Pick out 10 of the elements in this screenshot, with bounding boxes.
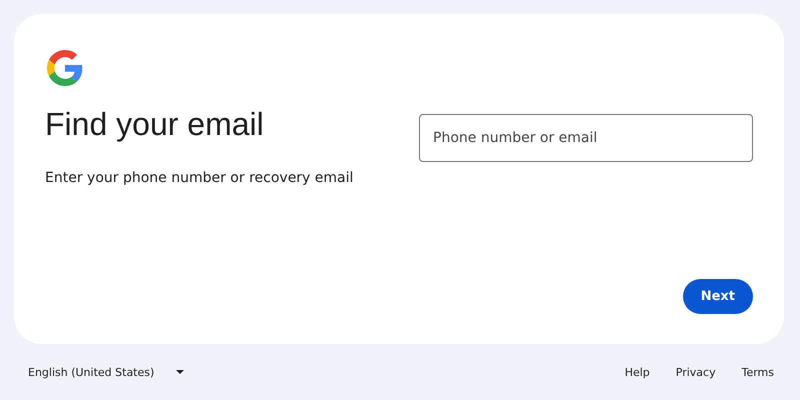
page-title: Find your email	[45, 105, 264, 144]
input-field[interactable]: Phone number or email	[419, 114, 753, 162]
logo-icon	[47, 50, 83, 86]
footer-link[interactable]: Terms	[732, 360, 784, 384]
footer-link[interactable]: Privacy	[666, 360, 726, 384]
caret-icon	[176, 370, 184, 374]
next-button[interactable]: Next	[682, 279, 753, 314]
instruction-text: Enter your phone number or recovery email	[45, 169, 354, 188]
footer-link[interactable]: Help	[614, 360, 660, 384]
language-selector[interactable]: English (United States)	[20, 360, 192, 384]
